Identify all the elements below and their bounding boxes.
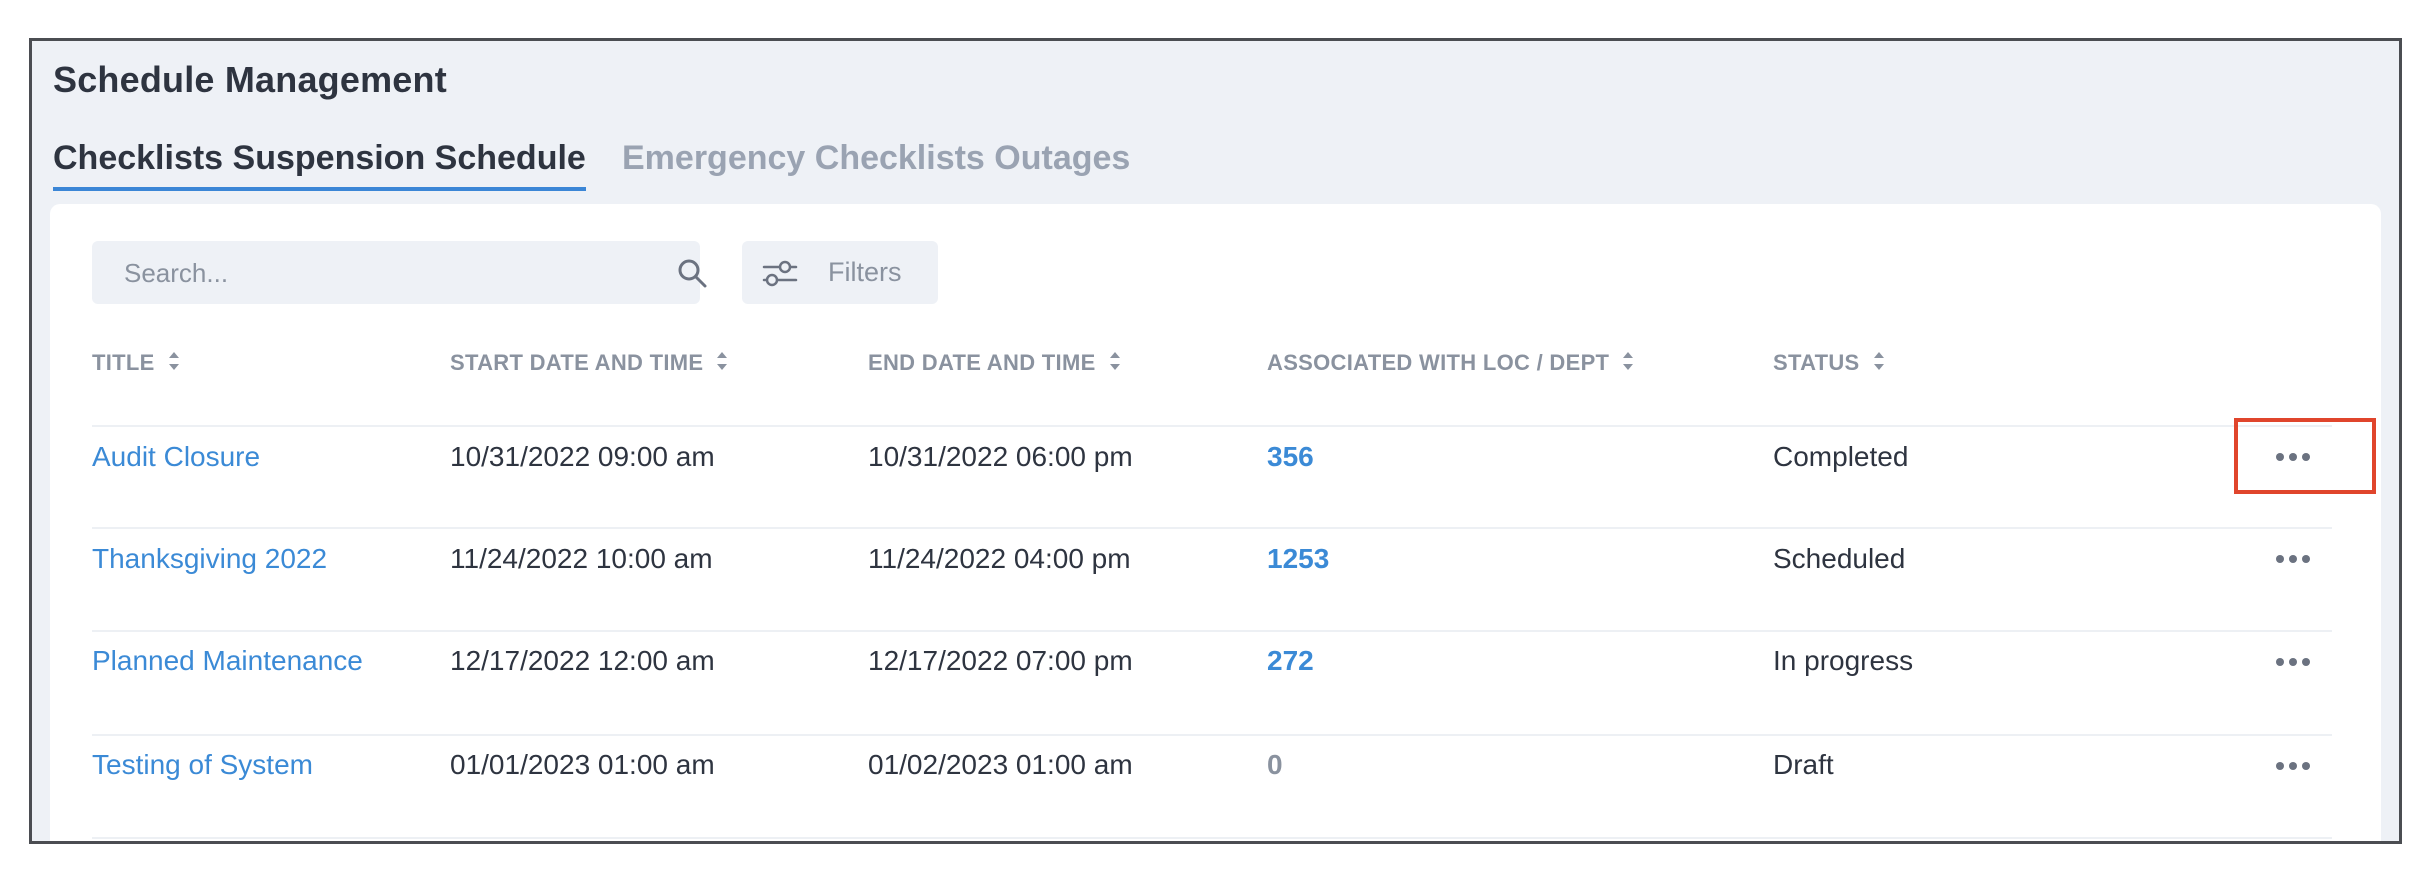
filters-label: Filters [828,257,902,287]
column-header-end[interactable]: END DATE AND TIME [868,349,1122,379]
row-status: In progress [1773,645,1914,676]
tab-checklists-suspension-schedule[interactable]: Checklists Suspension Schedule [53,139,586,191]
column-header-label: ASSOCIATED WITH LOC / DEPT [1267,349,1610,375]
row-end-datetime: 10/31/2022 06:00 pm [868,441,1133,472]
header-divider [92,425,2332,427]
row-title-link[interactable]: Thanksgiving 2022 [92,543,327,575]
column-header-label: END DATE AND TIME [868,349,1096,375]
row-associated-count[interactable]: 272 [1267,645,1314,677]
column-header-label: START DATE AND TIME [450,349,704,375]
row-end-datetime: 01/02/2023 01:00 am [868,749,1133,780]
filters-button[interactable]: Filters [742,241,938,304]
row-title-link[interactable]: Planned Maintenance [92,645,363,677]
column-header-label: TITLE [92,349,155,375]
row-divider [92,630,2332,632]
row-title-link[interactable]: Testing of System [92,749,313,781]
sort-icon [1108,349,1122,379]
row-status: Completed [1773,441,1909,472]
row-end-datetime: 12/17/2022 07:00 pm [868,645,1133,676]
page-title: Schedule Management [53,59,447,100]
column-header-title[interactable]: TITLE [92,349,181,379]
sliders-icon [762,257,798,294]
row-associated-count[interactable]: 0 [1267,749,1283,781]
row-start-datetime: 12/17/2022 12:00 am [450,645,715,676]
row-associated-count[interactable]: 1253 [1267,543,1329,575]
sort-icon [1872,349,1886,379]
row-status: Draft [1773,749,1834,780]
row-start-datetime: 10/31/2022 09:00 am [450,441,715,472]
row-start-datetime: 11/24/2022 10:00 am [450,543,713,574]
app-frame: Schedule Management Checklists Suspensio… [29,38,2402,844]
search-icon[interactable] [676,257,708,289]
column-header-associated[interactable]: ASSOCIATED WITH LOC / DEPT [1267,349,1635,379]
row-end-datetime: 11/24/2022 04:00 pm [868,543,1131,574]
row-start-datetime: 01/01/2023 01:00 am [450,749,715,780]
more-horizontal-icon[interactable] [2258,539,2328,579]
row-divider [92,527,2332,529]
row-title-link[interactable]: Audit Closure [92,441,260,473]
sort-icon [167,349,181,379]
column-header-status[interactable]: STATUS [1773,349,1886,379]
row-status: Scheduled [1773,543,1906,574]
sort-icon [715,349,729,379]
more-horizontal-icon[interactable] [2258,642,2328,682]
search-input[interactable] [122,241,606,306]
highlight-box [2234,418,2376,494]
tab-emergency-checklists-outages[interactable]: Emergency Checklists Outages [622,139,1130,191]
search-box [92,241,707,306]
row-divider [92,837,2332,839]
schedule-card: Filters TITLE START DATE AND TIME END DA… [50,204,2381,841]
column-header-label: STATUS [1773,349,1860,375]
row-associated-count[interactable]: 356 [1267,441,1314,473]
row-divider [92,734,2332,736]
more-horizontal-icon[interactable] [2258,746,2328,786]
column-header-start[interactable]: START DATE AND TIME [450,349,729,379]
sort-icon [1621,349,1635,379]
